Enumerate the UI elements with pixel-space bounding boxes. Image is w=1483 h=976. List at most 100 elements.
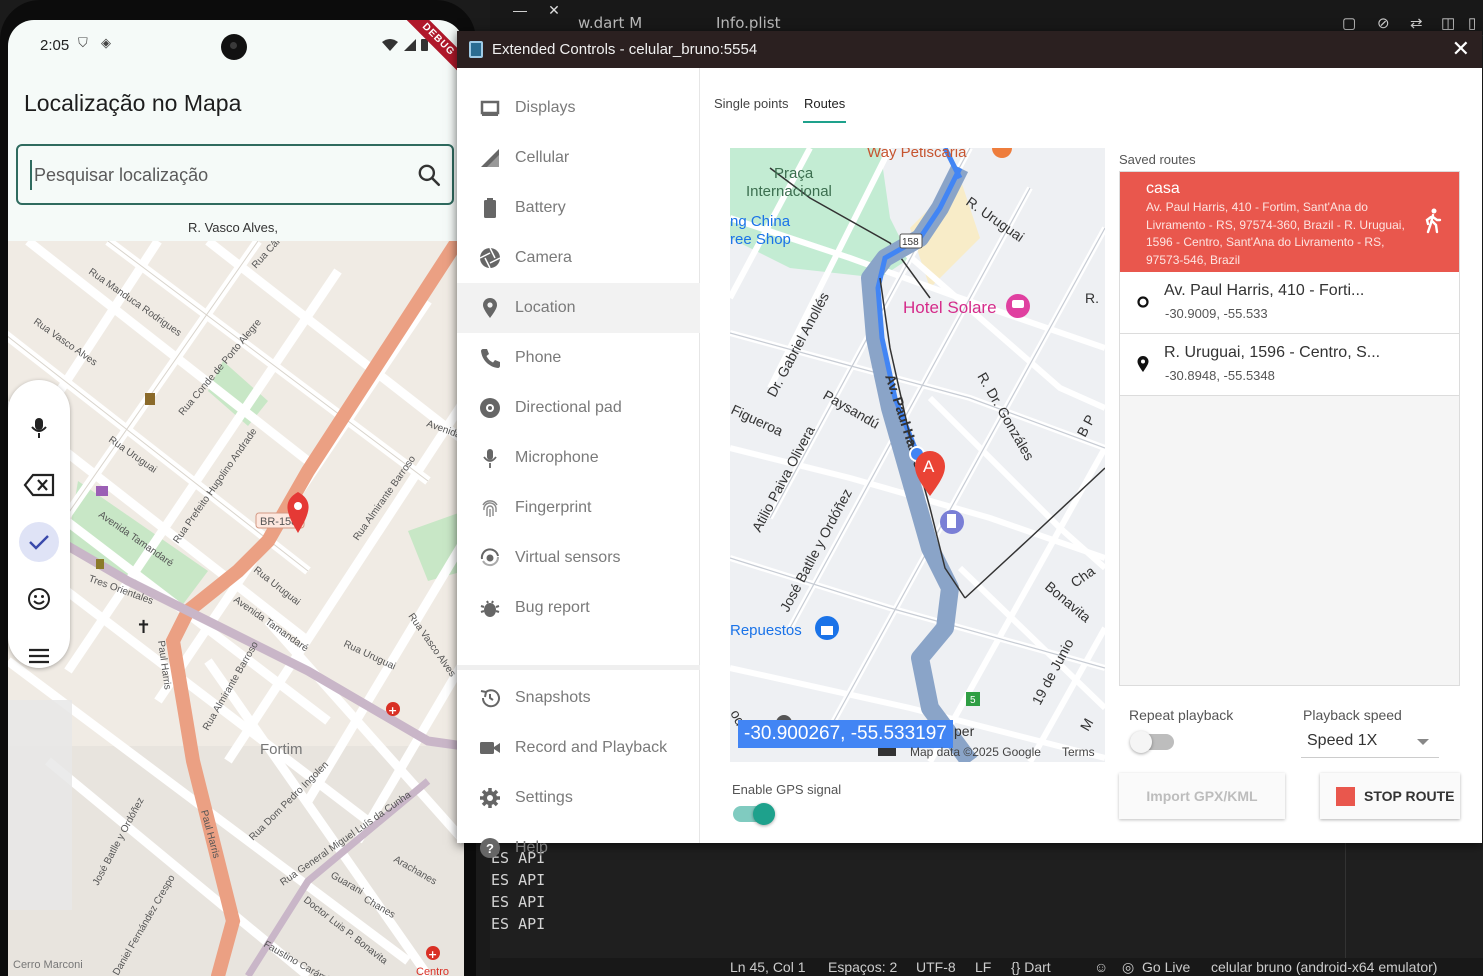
sidebar-item-label: Displays: [515, 99, 576, 116]
location-panel: Single points Routes Praça Internacional…: [701, 68, 1482, 843]
check-icon: [29, 535, 49, 550]
backspace-button[interactable]: [19, 465, 59, 505]
tab-single-points[interactable]: Single points: [714, 96, 788, 111]
sidebar-item-fingerprint[interactable]: Fingerprint: [457, 483, 700, 533]
neighborhood-label: Cerro Marconi: [13, 959, 83, 971]
sidebar-item-help[interactable]: ? Help: [457, 823, 700, 873]
status-eol[interactable]: LF: [975, 959, 991, 975]
route-description: Av. Paul Harris, 410 - Fortim, Sant'Ana …: [1146, 200, 1405, 267]
phone-emulator: 2:05 ⛉ ◈ DEBUG Localização no Mapa R. Va…: [0, 0, 490, 976]
stop-route-button[interactable]: STOP ROUTE: [1320, 773, 1460, 819]
phone-map[interactable]: ✝ + + BR-158 Rua Manduca Rodrigues Rua V…: [8, 241, 464, 976]
sidebar-item-virtual-sensors[interactable]: Virtual sensors: [457, 533, 700, 583]
emulator-side-strip: [8, 700, 72, 910]
editor-scrollbar[interactable]: [1345, 843, 1365, 958]
compare-icon[interactable]: ⇄: [1410, 14, 1423, 32]
sensors-icon: [480, 548, 500, 567]
waypoint-title: R. Uruguai, 1596 - Centro, S...: [1164, 344, 1381, 361]
street-label: R.: [1085, 290, 1099, 306]
playback-speed-select[interactable]: Speed 1X: [1301, 726, 1439, 758]
front-camera: [221, 34, 247, 60]
chevron-down-icon: [1417, 739, 1429, 745]
map-label: Way Petiscaria: [867, 148, 967, 161]
playback-speed-value: Speed 1X: [1307, 732, 1378, 749]
app-title: Localização no Mapa: [24, 90, 242, 116]
broadcast-icon[interactable]: ⊘: [1377, 14, 1390, 32]
sidebar-item-label: Snapshots: [515, 689, 591, 706]
sidebar-item-microphone[interactable]: Microphone: [457, 433, 700, 483]
window-titlebar[interactable]: Extended Controls - celular_bruno:5554 ✕: [457, 31, 1482, 68]
sidebar-item-snapshots[interactable]: Snapshots: [457, 673, 700, 723]
microphone-icon: [483, 449, 497, 468]
dpad-icon: [480, 398, 500, 418]
sidebar-item-camera[interactable]: Camera: [457, 233, 700, 283]
waypoint-item[interactable]: R. Uruguai, 1596 - Centro, S... -30.8948…: [1120, 334, 1459, 396]
editor-tab-dart[interactable]: w.dart M: [578, 14, 642, 32]
saved-route-item[interactable]: casa Av. Paul Harris, 410 - Fortim, Sant…: [1120, 172, 1459, 272]
window-title: Extended Controls - celular_bruno:5554: [492, 41, 758, 58]
map-attribution: Map data ©2025 Google: [910, 745, 1041, 759]
confirm-button[interactable]: [19, 522, 59, 562]
sidebar-item-cellular[interactable]: Cellular: [457, 133, 700, 183]
minimize-button[interactable]: —: [502, 0, 538, 22]
search-field[interactable]: [16, 144, 454, 205]
close-window-button[interactable]: ✕: [536, 0, 572, 22]
repeat-playback-toggle[interactable]: [1130, 731, 1174, 753]
stop-button-label: STOP ROUTE: [1364, 788, 1455, 804]
sidebar-item-bug-report[interactable]: Bug report: [457, 583, 700, 633]
status-device[interactable]: celular bruno (android-x64 emulator): [1211, 959, 1437, 975]
more-icon[interactable]: ▯: [1468, 14, 1476, 32]
status-indent[interactable]: Espaços: 2: [828, 959, 897, 975]
gps-toggle-label: Enable GPS signal: [732, 782, 842, 797]
emoji-button[interactable]: [19, 579, 59, 619]
saved-routes-label: Saved routes: [1119, 152, 1196, 167]
import-gpx-button[interactable]: Import GPX/KML: [1119, 773, 1285, 819]
gps-toggle[interactable]: [733, 803, 775, 825]
close-icon[interactable]: ✕: [1452, 36, 1470, 62]
route-map[interactable]: Praça Internacional ng China ree Shop Re…: [730, 148, 1105, 762]
stop-icon: [1336, 786, 1355, 806]
street-label: per: [954, 723, 975, 739]
status-cursor[interactable]: Ln 45, Col 1: [730, 959, 806, 975]
search-input[interactable]: [30, 160, 400, 190]
status-language[interactable]: {} Dart: [1011, 959, 1051, 975]
backspace-icon: [23, 473, 55, 497]
run-icon[interactable]: ▢: [1342, 14, 1356, 32]
location-icon: [483, 298, 497, 318]
phone-screen[interactable]: 2:05 ⛉ ◈ DEBUG Localização no Mapa R. Va…: [8, 20, 464, 976]
split-editor-icon[interactable]: ◫: [1441, 14, 1455, 32]
sidebar-item-dpad[interactable]: Directional pad: [457, 383, 700, 433]
bug-icon: [480, 600, 500, 617]
copilot-icon[interactable]: ☺: [1094, 959, 1108, 975]
editor-tab-plist[interactable]: Info.plist: [716, 14, 780, 32]
sidebar-item-label: Bug report: [515, 599, 590, 616]
map-terms-link[interactable]: Terms: [1062, 745, 1095, 759]
search-icon[interactable]: [416, 162, 442, 188]
sidebar-item-label: Fingerprint: [515, 499, 592, 516]
camera-icon: [479, 247, 501, 269]
map-label: ng China: [730, 213, 791, 230]
mic-button[interactable]: [19, 408, 59, 448]
sidebar-item-battery[interactable]: Battery: [457, 183, 700, 233]
road-shield-label: 5: [970, 695, 976, 706]
sidebar-item-displays[interactable]: Displays: [457, 83, 700, 133]
waypoint-coords: -30.9009, -55.533: [1165, 306, 1268, 321]
sidebar-item-location[interactable]: Location: [457, 283, 700, 333]
sidebar-item-settings[interactable]: Settings: [457, 773, 700, 823]
phone-icon: [481, 349, 500, 368]
emulator-toolbar: [8, 380, 70, 668]
sidebar-item-phone[interactable]: Phone: [457, 333, 700, 383]
saved-routes-list[interactable]: casa Av. Paul Harris, 410 - Fortim, Sant…: [1119, 171, 1460, 686]
emoji-icon: [28, 588, 50, 610]
sidebar-item-record-playback[interactable]: Record and Playback: [457, 723, 700, 773]
route-name: casa: [1146, 180, 1180, 197]
status-golive[interactable]: Go Live: [1142, 959, 1190, 975]
menu-button[interactable]: [19, 636, 59, 676]
waypoint-item[interactable]: Av. Paul Harris, 410 - Forti... -30.9009…: [1120, 272, 1459, 334]
current-address: R. Vasco Alves,: [187, 220, 279, 235]
sidebar-item-label: Record and Playback: [515, 739, 668, 756]
playback-speed-label: Playback speed: [1303, 707, 1402, 723]
display-icon: [480, 100, 500, 116]
status-encoding[interactable]: UTF-8: [916, 959, 956, 975]
tab-routes[interactable]: Routes: [804, 96, 845, 111]
